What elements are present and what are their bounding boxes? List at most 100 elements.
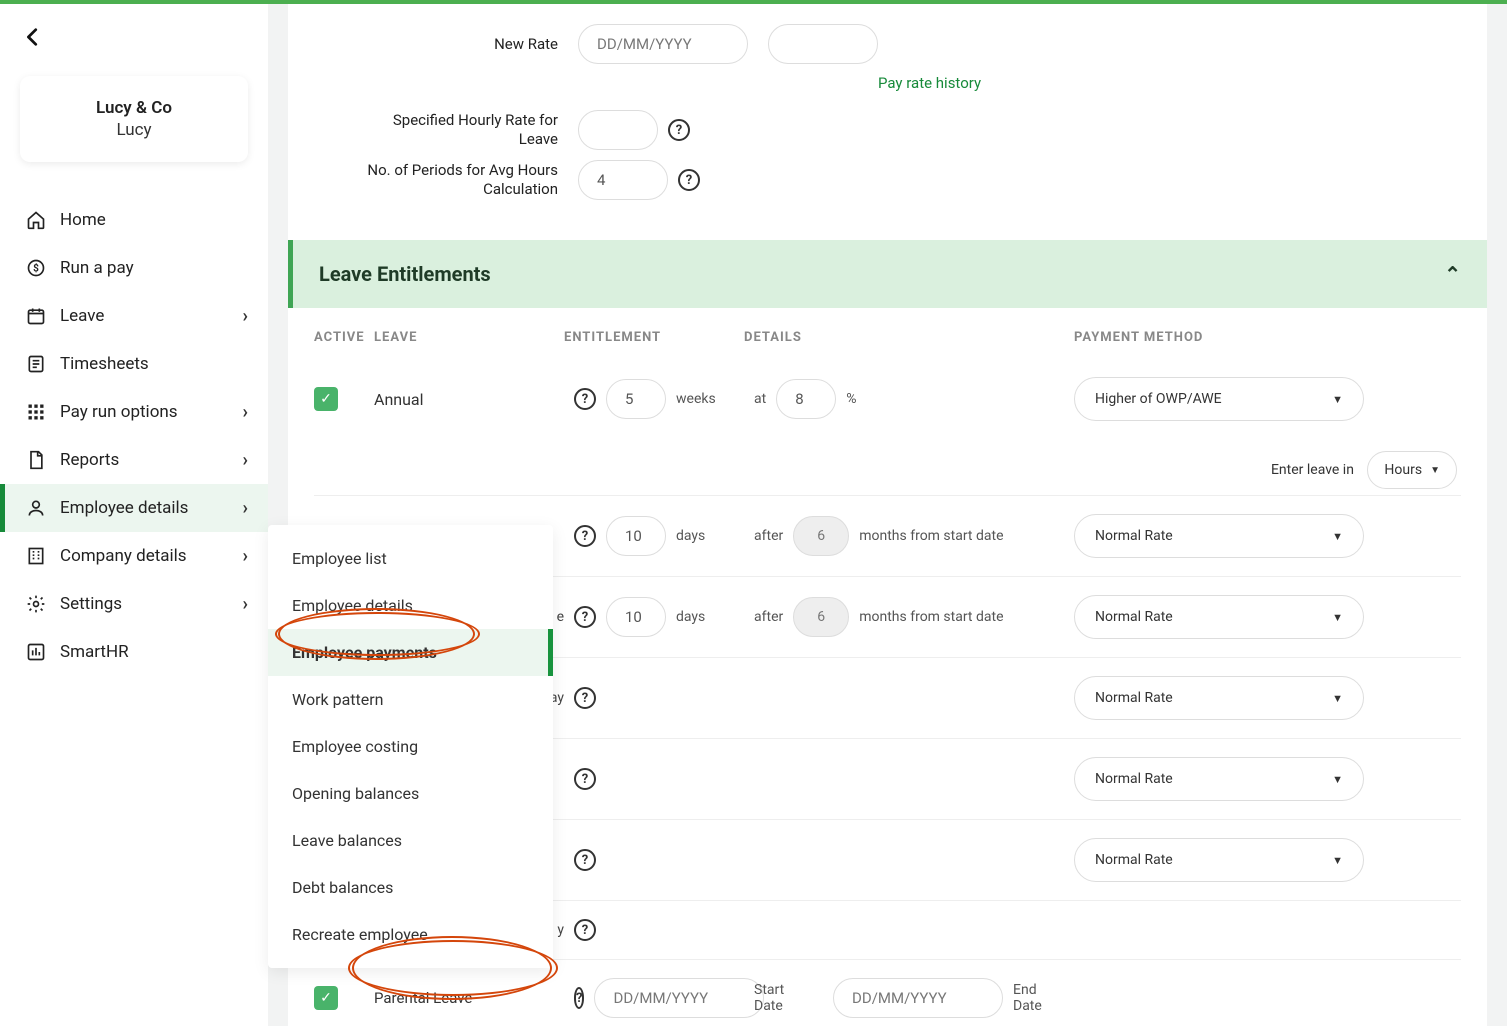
leave-entitlements-header[interactable]: Leave Entitlements ⌃ [288, 240, 1487, 308]
th-payment: PAYMENT METHOD [1074, 330, 1461, 345]
help-icon[interactable]: ? [574, 919, 596, 941]
nav-settings[interactable]: Settings › [0, 580, 268, 628]
annual-weeks-input[interactable]: 5 [606, 379, 666, 419]
months-tail: months from start date [859, 609, 1003, 625]
submenu-employee-payments[interactable]: Employee payments [268, 629, 553, 676]
nav-reports[interactable]: Reports › [0, 436, 268, 484]
nav-smarthr-label: SmartHR [60, 642, 129, 662]
th-active: ACTIVE [314, 330, 374, 345]
help-icon[interactable]: ? [574, 849, 596, 871]
chevron-right-icon: › [243, 546, 248, 567]
submenu-recreate-employee[interactable]: Recreate employee [268, 911, 553, 958]
nav-company-details-label: Company details [60, 546, 187, 566]
pay-rate-history-link[interactable]: Pay rate history [878, 74, 981, 92]
payment-select[interactable]: Normal Rate ▼ [1074, 676, 1364, 720]
enter-leave-in-row: Enter leave in Hours ▼ [314, 451, 1461, 489]
help-icon[interactable]: ? [574, 687, 596, 709]
entitlement-input[interactable]: 10 [606, 516, 666, 556]
percent-unit: % [846, 391, 856, 407]
parental-active-checkbox[interactable]: ✓ [314, 986, 338, 1010]
payment-select[interactable]: Normal Rate ▼ [1074, 757, 1364, 801]
employee-details-submenu: Employee list Employee details Employee … [268, 525, 553, 968]
chart-icon [22, 642, 50, 662]
new-rate-value-input[interactable] [768, 24, 878, 64]
help-icon[interactable]: ? [574, 525, 596, 547]
help-icon[interactable]: ? [678, 169, 700, 191]
payment-value: Normal Rate [1095, 690, 1173, 706]
nav-leave[interactable]: Leave › [0, 292, 268, 340]
nav-pay-run-options[interactable]: Pay run options › [0, 388, 268, 436]
nav-run-pay[interactable]: $ Run a pay [0, 244, 268, 292]
end-date-label: End Date [1013, 982, 1064, 1014]
new-rate-row: New Rate DD/MM/YYYY [358, 24, 1487, 64]
help-icon[interactable]: ? [574, 388, 596, 410]
parental-start-input[interactable]: DD/MM/YYYY [594, 978, 764, 1018]
nav-company-details[interactable]: Company details › [0, 532, 268, 580]
nav-smarthr[interactable]: SmartHR [0, 628, 268, 676]
enter-leave-unit-select[interactable]: Hours ▼ [1367, 451, 1457, 489]
timesheet-icon [22, 354, 50, 374]
submenu-employee-costing[interactable]: Employee costing [268, 723, 553, 770]
months-input: 6 [793, 597, 849, 637]
th-details: DETAILS [744, 330, 1074, 345]
sidebar: Lucy & Co Lucy Home $ Run a pay Leave › … [0, 4, 268, 1026]
svg-text:$: $ [33, 261, 39, 274]
after-label: after [754, 609, 783, 625]
submenu-employee-details[interactable]: Employee details [268, 582, 553, 629]
help-icon[interactable]: ? [574, 606, 596, 628]
help-icon[interactable]: ? [668, 119, 690, 141]
payment-select[interactable]: Normal Rate ▼ [1074, 838, 1364, 882]
entitlement-input[interactable]: 10 [606, 597, 666, 637]
submenu-work-pattern[interactable]: Work pattern [268, 676, 553, 723]
periods-label: No. of Periods for Avg Hours Calculation [358, 161, 578, 200]
new-rate-label: New Rate [358, 35, 578, 53]
back-button[interactable] [22, 26, 268, 52]
caret-down-icon: ▼ [1332, 854, 1343, 867]
shr-row: Specified Hourly Rate for Leave ? [358, 110, 1487, 150]
payment-value: Normal Rate [1095, 852, 1173, 868]
nav-timesheets[interactable]: Timesheets [0, 340, 268, 388]
annual-payment-select[interactable]: Higher of OWP/AWE ▼ [1074, 377, 1364, 421]
chevron-right-icon: › [243, 306, 248, 327]
payment-select[interactable]: Normal Rate ▼ [1074, 595, 1364, 639]
submenu-debt-balances[interactable]: Debt balances [268, 864, 553, 911]
payment-select[interactable]: Normal Rate ▼ [1074, 514, 1364, 558]
dollar-icon: $ [22, 258, 50, 278]
payment-value: Normal Rate [1095, 609, 1173, 625]
nav-settings-label: Settings [60, 594, 122, 614]
annual-percent-input[interactable]: 8 [776, 379, 836, 419]
annual-payment-value: Higher of OWP/AWE [1095, 391, 1222, 407]
org-card[interactable]: Lucy & Co Lucy [20, 76, 248, 162]
home-icon [22, 210, 50, 230]
nav-employee-details[interactable]: Employee details › [0, 484, 268, 532]
th-entitlement: ENTITLEMENT [564, 330, 744, 345]
leave-row-parental: ✓ Parental Leave ? DD/MM/YYYY Start Date… [314, 959, 1461, 1026]
caret-down-icon: ▼ [1332, 611, 1343, 624]
org-user: Lucy [30, 120, 238, 140]
nav-run-pay-label: Run a pay [60, 258, 134, 278]
calendar-icon [22, 306, 50, 326]
submenu-employee-list[interactable]: Employee list [268, 535, 553, 582]
nav-leave-label: Leave [60, 306, 104, 326]
nav-home[interactable]: Home [0, 196, 268, 244]
grid-icon [22, 402, 50, 422]
shr-input[interactable] [578, 110, 658, 150]
caret-down-icon: ▼ [1332, 393, 1343, 406]
periods-input[interactable]: 4 [578, 160, 668, 200]
chevron-left-icon [22, 26, 44, 48]
person-icon [22, 498, 50, 518]
periods-row: No. of Periods for Avg Hours Calculation… [358, 160, 1487, 200]
chevron-right-icon: › [243, 402, 248, 423]
chevron-right-icon: › [243, 498, 248, 519]
submenu-opening-balances[interactable]: Opening balances [268, 770, 553, 817]
parental-end-input[interactable]: DD/MM/YYYY [833, 978, 1003, 1018]
org-name: Lucy & Co [30, 98, 238, 118]
annual-active-checkbox[interactable]: ✓ [314, 387, 338, 411]
help-icon[interactable]: ? [574, 768, 596, 790]
caret-down-icon: ▼ [1430, 465, 1440, 476]
help-icon[interactable]: ? [574, 987, 584, 1009]
new-rate-date-input[interactable]: DD/MM/YYYY [578, 24, 748, 64]
submenu-leave-balances[interactable]: Leave balances [268, 817, 553, 864]
chevron-right-icon: › [243, 594, 248, 615]
annual-label: Annual [374, 390, 564, 409]
